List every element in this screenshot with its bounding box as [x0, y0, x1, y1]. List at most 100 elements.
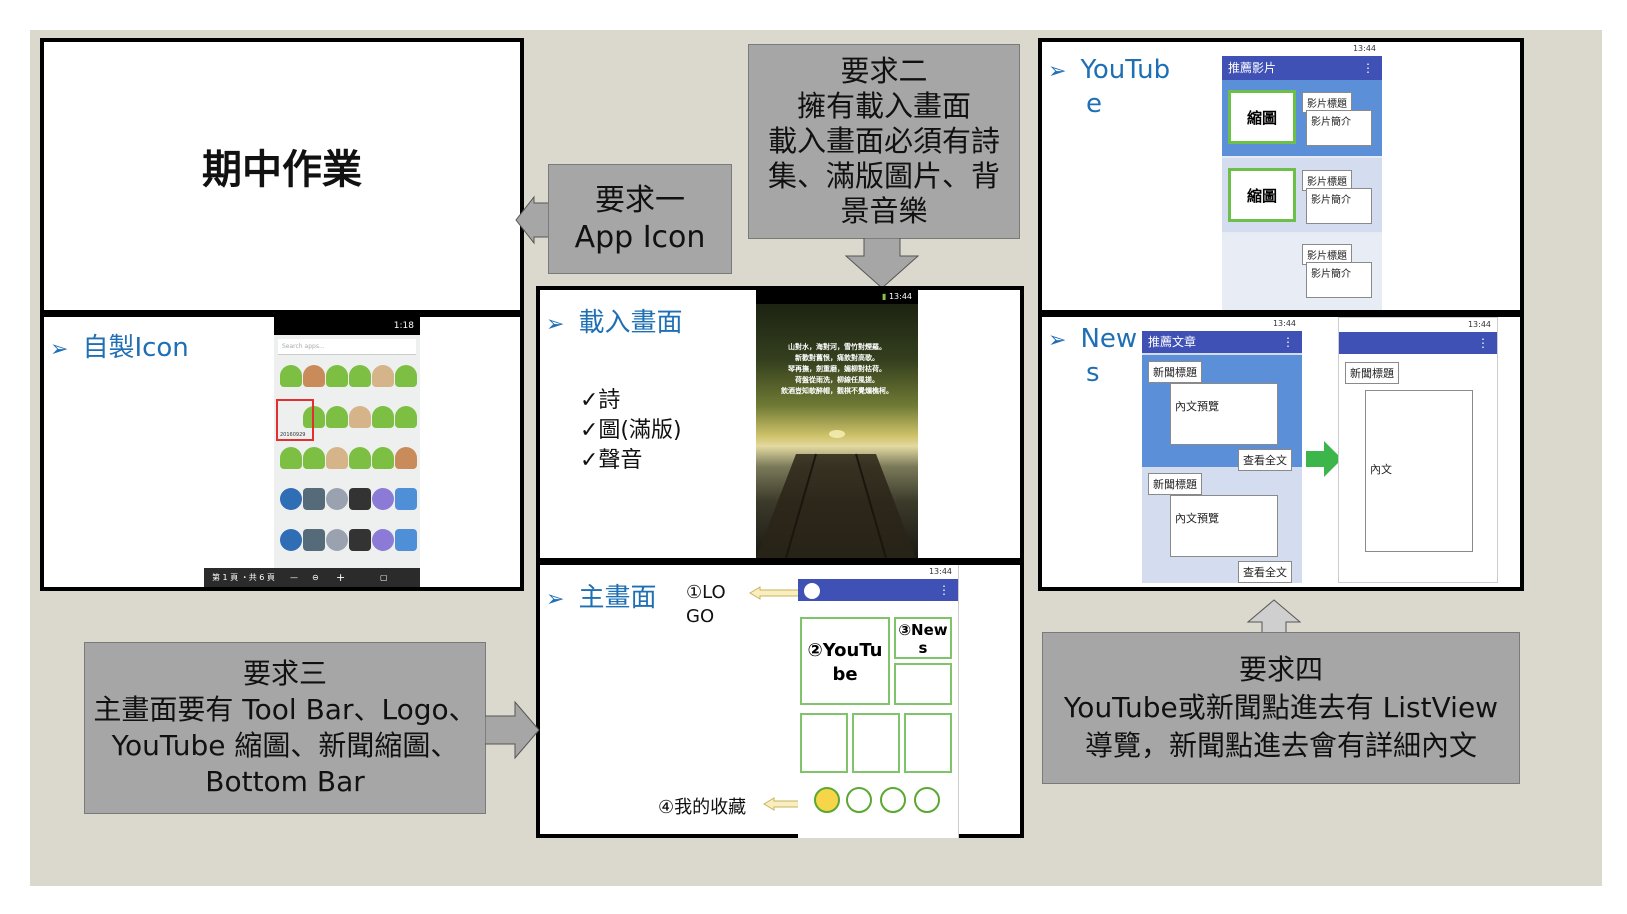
- overflow-menu-icon[interactable]: ⋮: [1282, 331, 1294, 353]
- youtube-section: ➢ YouTub e 13:44 推薦影片 ⋮ 縮圖 影片標題 影片簡介 縮圖 影…: [1042, 42, 1520, 310]
- icon-heading-text: 自製Icon: [82, 333, 189, 363]
- overflow-menu-icon[interactable]: ⋮: [1362, 56, 1374, 80]
- app-icon[interactable]: [372, 488, 394, 510]
- app-icon[interactable]: [372, 529, 394, 551]
- title-section: 期中作業: [44, 42, 520, 310]
- app-icon[interactable]: [326, 488, 348, 510]
- logo-icon[interactable]: [804, 582, 820, 599]
- arrow-bullet-icon: ➢: [546, 587, 565, 612]
- slide-canvas: 期中作業 ➢ 自製Icon 1:18 Search apps... 2016092…: [30, 30, 1602, 886]
- app-icon[interactable]: [280, 447, 302, 469]
- zoom-icon[interactable]: ⊖: [312, 568, 319, 587]
- loading-checklist: ✓詩 ✓圖(滿版) ✓聲音: [580, 386, 682, 476]
- thumbnail-box[interactable]: [800, 713, 848, 773]
- app-icon[interactable]: [303, 488, 325, 510]
- app-icon[interactable]: [395, 529, 417, 551]
- req2-line-1: 擁有載入畫面: [796, 89, 971, 123]
- fullscreen-icon[interactable]: ▢: [380, 568, 388, 587]
- app-icon[interactable]: [326, 406, 348, 428]
- check-image: ✓圖(滿版): [580, 418, 682, 443]
- app-grid: [274, 357, 420, 567]
- req4-callout: 要求四 YouTube或新聞點進去有 ListView 導覽，新聞點進去會有詳細…: [1042, 632, 1520, 784]
- bottom-bar-button[interactable]: [846, 787, 872, 813]
- app-icon[interactable]: [372, 406, 394, 428]
- right-frame: ➢ YouTub e 13:44 推薦影片 ⋮ 縮圖 影片標題 影片簡介 縮圖 影…: [1038, 38, 1524, 591]
- center-frame: ➢ 載入畫面 ✓詩 ✓圖(滿版) ✓聲音 ▮ 13:44 山對水，海對河，雪竹對…: [536, 286, 1024, 838]
- news-toolbar: 推薦文章 ⋮: [1142, 331, 1302, 353]
- center-divider: [540, 558, 1020, 565]
- app-icon[interactable]: [372, 365, 394, 387]
- video-thumbnail[interactable]: 縮圖: [1228, 90, 1296, 144]
- app-drawer-phone: 1:18 Search apps... 20160929: [274, 317, 420, 587]
- video-thumbnail[interactable]: 縮圖: [1228, 168, 1296, 222]
- app-icon[interactable]: [395, 488, 417, 510]
- arrow-bullet-icon: ➢: [1048, 59, 1067, 84]
- detail-content-text: 內文: [1370, 463, 1392, 476]
- main-heading: ➢ 主畫面: [546, 577, 656, 614]
- app-icon[interactable]: [326, 529, 348, 551]
- app-icon[interactable]: [395, 406, 417, 428]
- detail-news-title: 新聞標題: [1345, 362, 1399, 384]
- news-thumbnail-box[interactable]: ③New s: [894, 617, 952, 659]
- app-icon[interactable]: [303, 529, 325, 551]
- news-heading-line-2: s: [1086, 358, 1100, 388]
- app-icon[interactable]: [326, 365, 348, 387]
- app-icon[interactable]: [349, 488, 371, 510]
- app-icon[interactable]: [395, 447, 417, 469]
- logo-pointer-arrow-icon: [749, 586, 803, 600]
- app-icon[interactable]: [349, 365, 371, 387]
- overflow-menu-icon[interactable]: ⋮: [1477, 332, 1489, 354]
- req3-callout: 要求三 主畫面要有 Tool Bar、Logo、 YouTube 縮圖、新聞縮圖…: [84, 642, 486, 814]
- zoom-in-icon[interactable]: +: [336, 568, 345, 587]
- req2-title: 要求二: [840, 54, 928, 88]
- app-icon[interactable]: [372, 447, 394, 469]
- status-bar: 13:44: [1222, 42, 1382, 56]
- bottom-bar-button[interactable]: [880, 787, 906, 813]
- read-more-button[interactable]: 查看全文: [1238, 561, 1292, 583]
- zoom-out-icon[interactable]: —: [290, 568, 298, 587]
- app-icon[interactable]: [303, 365, 325, 387]
- poem-line-5: 飲酒豈知欹醉帽，觀棋不覺爛樵柯。: [781, 387, 893, 395]
- thumbnail-box[interactable]: [852, 713, 900, 773]
- req3-line-2: YouTube 縮圖、新聞縮圖、: [111, 729, 459, 762]
- poem-line-1: 山對水，海對河，雪竹對煙羅。: [788, 343, 886, 351]
- status-time: 13:44: [928, 567, 952, 576]
- logo-annotation-line-1: ①LO: [686, 582, 726, 603]
- app-icon[interactable]: [280, 365, 302, 387]
- detail-toolbar: ⋮: [1339, 332, 1497, 354]
- favorite-star-icon[interactable]: [814, 787, 840, 813]
- bottom-bar-button[interactable]: [914, 787, 940, 813]
- req4-title: 要求四: [1238, 653, 1323, 686]
- youtube-heading: ➢ YouTub e: [1048, 54, 1170, 120]
- app-icon[interactable]: [349, 529, 371, 551]
- status-bar: 1:18: [274, 317, 420, 335]
- req3-arrow-icon: [485, 700, 540, 760]
- app-icon[interactable]: [303, 447, 325, 469]
- req3-title: 要求三: [242, 657, 327, 690]
- youtube-heading-line-1: YouTub: [1080, 55, 1171, 85]
- app-icon[interactable]: [280, 488, 302, 510]
- news-preview: 內文預覽: [1170, 383, 1278, 445]
- favorite-annotation: ④我的收藏: [658, 797, 747, 818]
- app-icon[interactable]: [349, 447, 371, 469]
- news-title: 新聞標題: [1148, 473, 1202, 495]
- app-icon[interactable]: [280, 529, 302, 551]
- news-box-line-2: s: [918, 639, 928, 657]
- req2-line-4: 景音樂: [840, 194, 928, 228]
- app-icon[interactable]: [395, 365, 417, 387]
- thumbnail-box[interactable]: [904, 713, 952, 773]
- app-icon[interactable]: [349, 406, 371, 428]
- left-frame: 期中作業 ➢ 自製Icon 1:18 Search apps... 2016092…: [40, 38, 524, 591]
- app-icon[interactable]: [326, 447, 348, 469]
- search-placeholder: Search apps...: [282, 343, 325, 350]
- search-apps-input[interactable]: Search apps...: [278, 339, 416, 355]
- read-more-button[interactable]: 查看全文: [1238, 449, 1292, 471]
- req4-line-1: YouTube或新聞點進去有 ListView: [1063, 691, 1499, 724]
- icon-heading: ➢ 自製Icon: [50, 327, 189, 364]
- overflow-menu-icon[interactable]: ⋮: [938, 579, 950, 601]
- youtube-thumbnail-box[interactable]: ②YouTu be: [800, 617, 890, 705]
- main-screen-section: ➢ 主畫面 ①LO GO ④我的收藏 13:44 ⋮ ②YouTu be ③Ne…: [540, 565, 1020, 838]
- thumbnail-box[interactable]: [894, 663, 952, 705]
- video-desc: 影片簡介: [1306, 110, 1372, 146]
- page-footer-text: 第 1 頁 ・共 6 頁: [212, 573, 275, 582]
